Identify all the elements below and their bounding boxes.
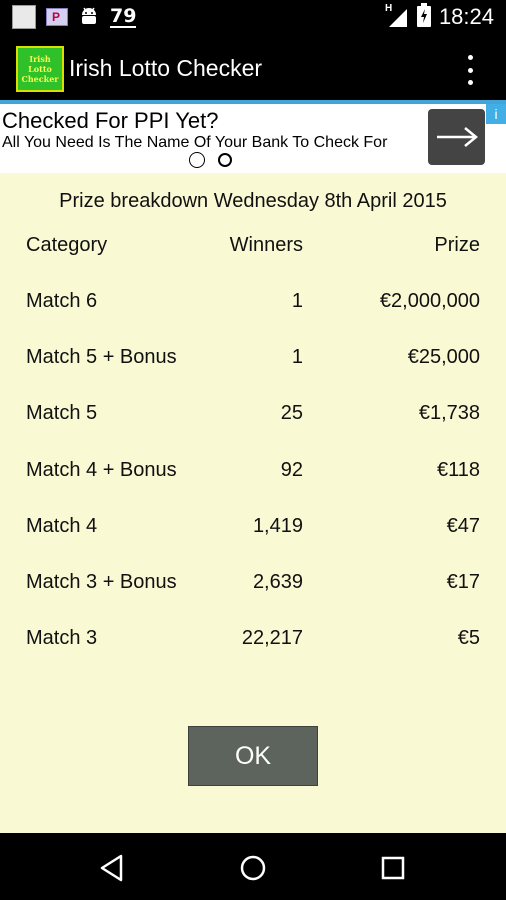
row-winners: 92 xyxy=(280,459,303,481)
battery-level-text: 79 xyxy=(110,5,137,28)
ad-accent-line xyxy=(0,100,506,104)
row-category: Match 5 xyxy=(26,402,98,424)
prize-breakdown-dialog: Prize breakdown Wednesday 8th April 2015… xyxy=(0,173,506,833)
table-row: Match 6 1 €2,000,000 xyxy=(0,290,506,330)
row-prize: €118 xyxy=(436,459,480,481)
header-winners: Winners xyxy=(229,234,303,256)
row-winners: 22,217 xyxy=(241,627,303,649)
row-prize: €47 xyxy=(446,515,480,537)
table-row: Match 4 1,419 €47 xyxy=(0,515,506,555)
ad-subtitle[interactable]: All You Need Is The Name Of Your Bank To… xyxy=(2,134,387,152)
row-winners: 2,639 xyxy=(252,571,303,593)
recents-icon[interactable] xyxy=(376,851,410,885)
row-prize: €5 xyxy=(457,627,480,649)
row-category: Match 3 + Bonus xyxy=(26,571,177,593)
header-prize: Prize xyxy=(434,234,480,256)
row-category: Match 5 + Bonus xyxy=(26,346,177,368)
table-row: Match 5 + Bonus 1 €25,000 xyxy=(0,346,506,386)
ad-banner[interactable]: i Checked For PPI Yet? All You Need Is T… xyxy=(0,100,506,173)
row-prize: €25,000 xyxy=(407,346,480,368)
page-dot[interactable] xyxy=(218,153,232,167)
row-category: Match 6 xyxy=(26,290,98,312)
logo-line: Lotto xyxy=(28,64,52,74)
action-bar: Irish Lotto Checker Irish Lotto Checker xyxy=(0,37,506,100)
ad-page-indicator xyxy=(190,153,232,167)
table-row: Match 3 + Bonus 2,639 €17 xyxy=(0,571,506,611)
clock: 18:24 xyxy=(438,4,494,29)
row-winners: 1 xyxy=(291,290,303,312)
arrow-right-icon xyxy=(436,127,478,147)
ad-title[interactable]: Checked For PPI Yet? xyxy=(2,108,218,134)
app-title: Irish Lotto Checker xyxy=(69,55,263,81)
notification-square-icon xyxy=(12,5,36,29)
ad-info-icon[interactable]: i xyxy=(486,104,506,124)
row-category: Match 4 xyxy=(26,515,98,537)
row-category: Match 4 + Bonus xyxy=(26,459,177,481)
logo-line: Checker xyxy=(21,74,59,84)
page-dot-active[interactable] xyxy=(190,153,204,167)
row-prize: €17 xyxy=(446,571,480,593)
android-icon xyxy=(78,5,100,29)
dialog-title: Prize breakdown Wednesday 8th April 2015 xyxy=(59,190,447,212)
header-category: Category xyxy=(26,234,108,256)
row-winners: 1,419 xyxy=(252,515,303,537)
app-logo: Irish Lotto Checker xyxy=(16,46,64,92)
back-icon[interactable] xyxy=(95,851,129,885)
table-row: Match 3 22,217 €5 xyxy=(0,627,506,667)
table-row: Match 5 25 €1,738 xyxy=(0,402,506,442)
network-type-label: H xyxy=(384,3,393,14)
table-header: Category Winners Prize xyxy=(0,234,506,274)
row-prize: €1,738 xyxy=(418,402,480,424)
signal-icon: H xyxy=(384,3,409,29)
status-bar: P 79 H 18:24 xyxy=(0,0,506,37)
home-icon[interactable] xyxy=(236,851,270,885)
navigation-bar xyxy=(0,833,506,900)
ad-arrow-button[interactable] xyxy=(428,109,485,165)
logo-line: Irish xyxy=(29,54,51,64)
parking-badge-icon: P xyxy=(46,8,68,26)
ok-button[interactable]: OK xyxy=(188,726,318,786)
overflow-menu-icon[interactable] xyxy=(464,55,476,85)
row-category: Match 3 xyxy=(26,627,98,649)
row-winners: 25 xyxy=(280,402,303,424)
row-winners: 1 xyxy=(291,346,303,368)
parking-badge-label: P xyxy=(52,10,61,24)
row-prize: €2,000,000 xyxy=(379,290,480,312)
battery-icon xyxy=(416,3,431,31)
table-row: Match 4 + Bonus 92 €118 xyxy=(0,459,506,499)
